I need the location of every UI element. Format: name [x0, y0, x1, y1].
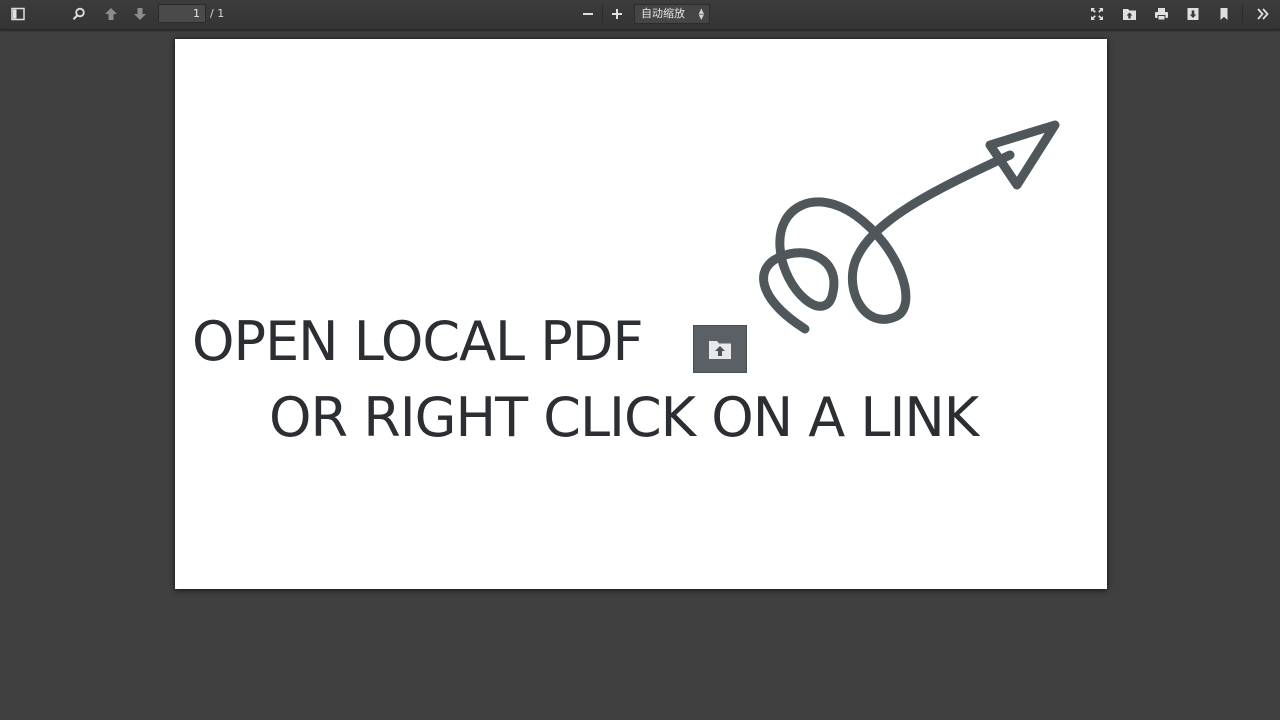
folder-upload-icon — [709, 341, 731, 359]
print-button[interactable] — [1148, 2, 1174, 26]
tools-separator — [1242, 5, 1243, 23]
find-button[interactable] — [66, 2, 92, 26]
search-icon — [72, 7, 85, 20]
download-button[interactable] — [1180, 2, 1206, 26]
select-caret-icon: ▲ ▼ — [698, 7, 704, 21]
next-page-button[interactable] — [127, 2, 153, 26]
open-file-button[interactable] — [1116, 2, 1142, 26]
minus-icon — [583, 13, 593, 15]
open-local-pdf-text: OPEN LOCAL PDF — [192, 310, 644, 373]
pdf-toolbar: 1 / 1 自动缩放 ▲ ▼ — [0, 0, 1280, 30]
download-icon — [1187, 8, 1199, 20]
more-tools-icon — [1257, 8, 1269, 20]
zoom-separator — [602, 5, 603, 23]
arrow-up-icon — [105, 8, 117, 20]
zoom-select-value: 自动缩放 — [641, 7, 685, 20]
right-click-link-text: OR RIGHT CLICK ON A LINK — [269, 386, 979, 449]
pdf-page: OPEN LOCAL PDF OR RIGHT CLICK ON A LINK — [175, 39, 1107, 589]
fullscreen-icon — [1091, 8, 1103, 20]
spiral-arrow-icon — [759, 120, 1060, 334]
arrow-down-icon — [134, 8, 146, 20]
open-file-illustration — [693, 325, 747, 373]
page-number-input[interactable]: 1 — [158, 4, 206, 23]
zoom-select[interactable]: 自动缩放 ▲ ▼ — [634, 4, 710, 24]
open-file-icon — [1122, 9, 1136, 20]
sidebar-icon — [11, 7, 25, 21]
zoom-out-button[interactable] — [575, 2, 601, 26]
presentation-mode-button[interactable] — [1084, 2, 1110, 26]
zoom-in-button[interactable] — [604, 2, 630, 26]
page-count-label: / 1 — [210, 7, 225, 20]
sidebar-toggle-button[interactable] — [5, 2, 31, 26]
bookmark-button[interactable] — [1211, 2, 1237, 26]
previous-page-button[interactable] — [98, 2, 124, 26]
print-icon — [1154, 8, 1168, 21]
plus-icon — [612, 9, 622, 19]
bookmark-icon — [1220, 8, 1228, 20]
tools-button[interactable] — [1250, 2, 1276, 26]
